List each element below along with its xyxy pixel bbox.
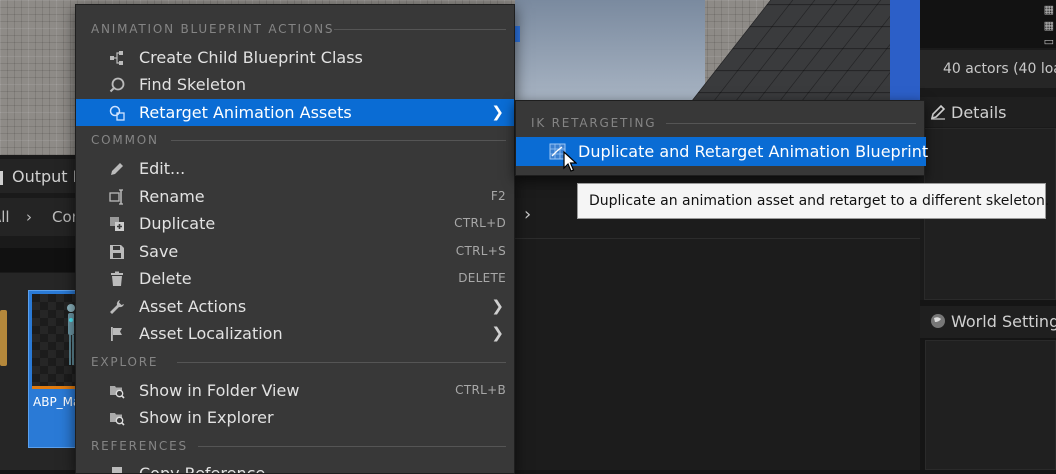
- folder-search-icon: [110, 386, 125, 399]
- mouse-cursor-icon: [563, 151, 577, 172]
- context-menu: ANIMATION BLUEPRINT ACTIONS Create Child…: [75, 4, 515, 474]
- menu-item-rename[interactable]: Rename F2: [76, 183, 514, 210]
- breadcrumb-separator-icon: ›: [26, 208, 32, 226]
- details-tab-label: Details: [951, 103, 1007, 122]
- menu-item-label: Asset Localization: [139, 324, 283, 343]
- pencil-icon: [111, 163, 123, 175]
- actors-count: 40 actors (40 loaded): [920, 50, 1056, 88]
- tab-details[interactable]: Details: [920, 97, 1056, 127]
- path-panel: [515, 190, 920, 470]
- section-rule: [177, 362, 506, 363]
- output-log-icon: [0, 171, 3, 185]
- world-settings-body: [925, 340, 1056, 470]
- wrench-icon: [110, 300, 124, 314]
- divider: [515, 238, 920, 239]
- shortcut-label: F2: [490, 189, 506, 203]
- menu-item-find-skeleton[interactable]: Find Skeleton: [76, 71, 514, 98]
- menu-item-delete[interactable]: Delete DELETE: [76, 265, 514, 292]
- menu-item-show-in-folder-view[interactable]: Show in Folder View CTRL+B: [76, 377, 514, 404]
- menu-item-duplicate[interactable]: Duplicate CTRL+D: [76, 210, 514, 237]
- trash-icon: [111, 271, 123, 286]
- menu-item-label: Copy Reference: [139, 464, 266, 474]
- magnifier-icon: [109, 77, 125, 93]
- menu-item-duplicate-and-retarget[interactable]: Duplicate and Retarget Animation Bluepri…: [516, 137, 929, 166]
- viewport-blue-strip: [890, 0, 920, 100]
- menu-item-label: Delete: [139, 269, 192, 288]
- globe-icon: [931, 314, 945, 328]
- menu-item-show-in-explorer[interactable]: Show in Explorer: [76, 404, 514, 431]
- menu-item-label: Show in Explorer: [139, 408, 274, 427]
- shortcut-label: CTRL+B: [455, 383, 506, 397]
- shortcut-label: CTRL+D: [454, 216, 506, 230]
- content-filter-bar: [0, 248, 80, 272]
- section-header: IK RETARGETING: [516, 112, 926, 134]
- save-icon: [110, 245, 124, 259]
- chevron-right-icon: ❯: [491, 103, 504, 121]
- menu-item-label: Duplicate and Retarget Animation Bluepri…: [578, 142, 929, 161]
- rename-icon: [109, 189, 123, 205]
- menu-item-save[interactable]: Save CTRL+S: [76, 238, 514, 265]
- menu-item-label: Save: [139, 242, 179, 261]
- menu-item-retarget-animation-assets[interactable]: Retarget Animation Assets ❯: [76, 99, 514, 126]
- menu-item-label: Show in Folder View: [139, 381, 300, 400]
- flag-icon: [111, 327, 122, 341]
- asset-thumbnail: [32, 294, 81, 386]
- section-rule: [334, 29, 506, 30]
- menu-item-label: Create Child Blueprint Class: [139, 48, 363, 67]
- menu-item-label: Find Skeleton: [139, 75, 247, 94]
- chevron-right-icon[interactable]: ›: [524, 204, 531, 225]
- menu-item-label: Rename: [139, 187, 205, 206]
- asset-type-bar: [32, 386, 81, 389]
- section-header: REFERENCES: [76, 435, 514, 457]
- folder-search-icon: [110, 413, 125, 426]
- shortcut-label: CTRL+S: [455, 244, 506, 258]
- breadcrumb-all[interactable]: All: [0, 208, 10, 226]
- menu-item-label: Duplicate: [139, 214, 216, 233]
- output-tab-label: Output L: [12, 167, 82, 186]
- tab-world-settings[interactable]: World Settings: [920, 306, 1056, 338]
- section-rule: [666, 123, 916, 124]
- asset-tile-abp[interactable]: ABP_Manny: [28, 290, 103, 448]
- section-header: COMMON: [76, 129, 514, 151]
- menu-item-edit[interactable]: Edit...: [76, 155, 514, 182]
- class-hierarchy-icon: [110, 51, 123, 65]
- menu-item-create-child-blueprint[interactable]: Create Child Blueprint Class: [76, 44, 514, 71]
- tooltip: Duplicate an animation asset and retarge…: [577, 183, 1049, 219]
- outliner-list[interactable]: ▦ ▦ ▭: [920, 0, 1056, 48]
- menu-item-copy-reference[interactable]: Copy Reference: [76, 460, 514, 474]
- section-header: EXPLORE: [76, 351, 514, 373]
- section-header: ANIMATION BLUEPRINT ACTIONS: [76, 18, 514, 40]
- chevron-right-icon: ❯: [491, 324, 504, 342]
- pencil-details-icon: [930, 104, 946, 120]
- duplicate-icon: [110, 217, 124, 231]
- menu-item-label: Retarget Animation Assets: [139, 103, 352, 122]
- retarget-icon: [109, 105, 125, 121]
- copy-icon: [112, 467, 122, 473]
- menu-item-asset-localization[interactable]: Asset Localization ❯: [76, 320, 514, 347]
- menu-item-asset-actions[interactable]: Asset Actions ❯: [76, 293, 514, 320]
- chevron-right-icon: ❯: [491, 297, 504, 315]
- outliner-row-icons: ▦ ▦ ▭: [1043, 3, 1054, 48]
- shortcut-label: DELETE: [458, 271, 506, 285]
- viewport-sky-area: [515, 0, 705, 100]
- folder-tile-edge[interactable]: [0, 310, 7, 366]
- world-settings-label: World Settings: [951, 312, 1056, 331]
- outliner-panel: ▦▦▭ 40 actors (40 loaded) Details: [920, 0, 1056, 300]
- section-rule: [198, 446, 506, 447]
- menu-item-label: Asset Actions: [139, 297, 247, 316]
- tab-output-log[interactable]: Output L: [0, 159, 82, 193]
- menu-item-label: Edit...: [139, 159, 186, 178]
- section-rule: [171, 140, 506, 141]
